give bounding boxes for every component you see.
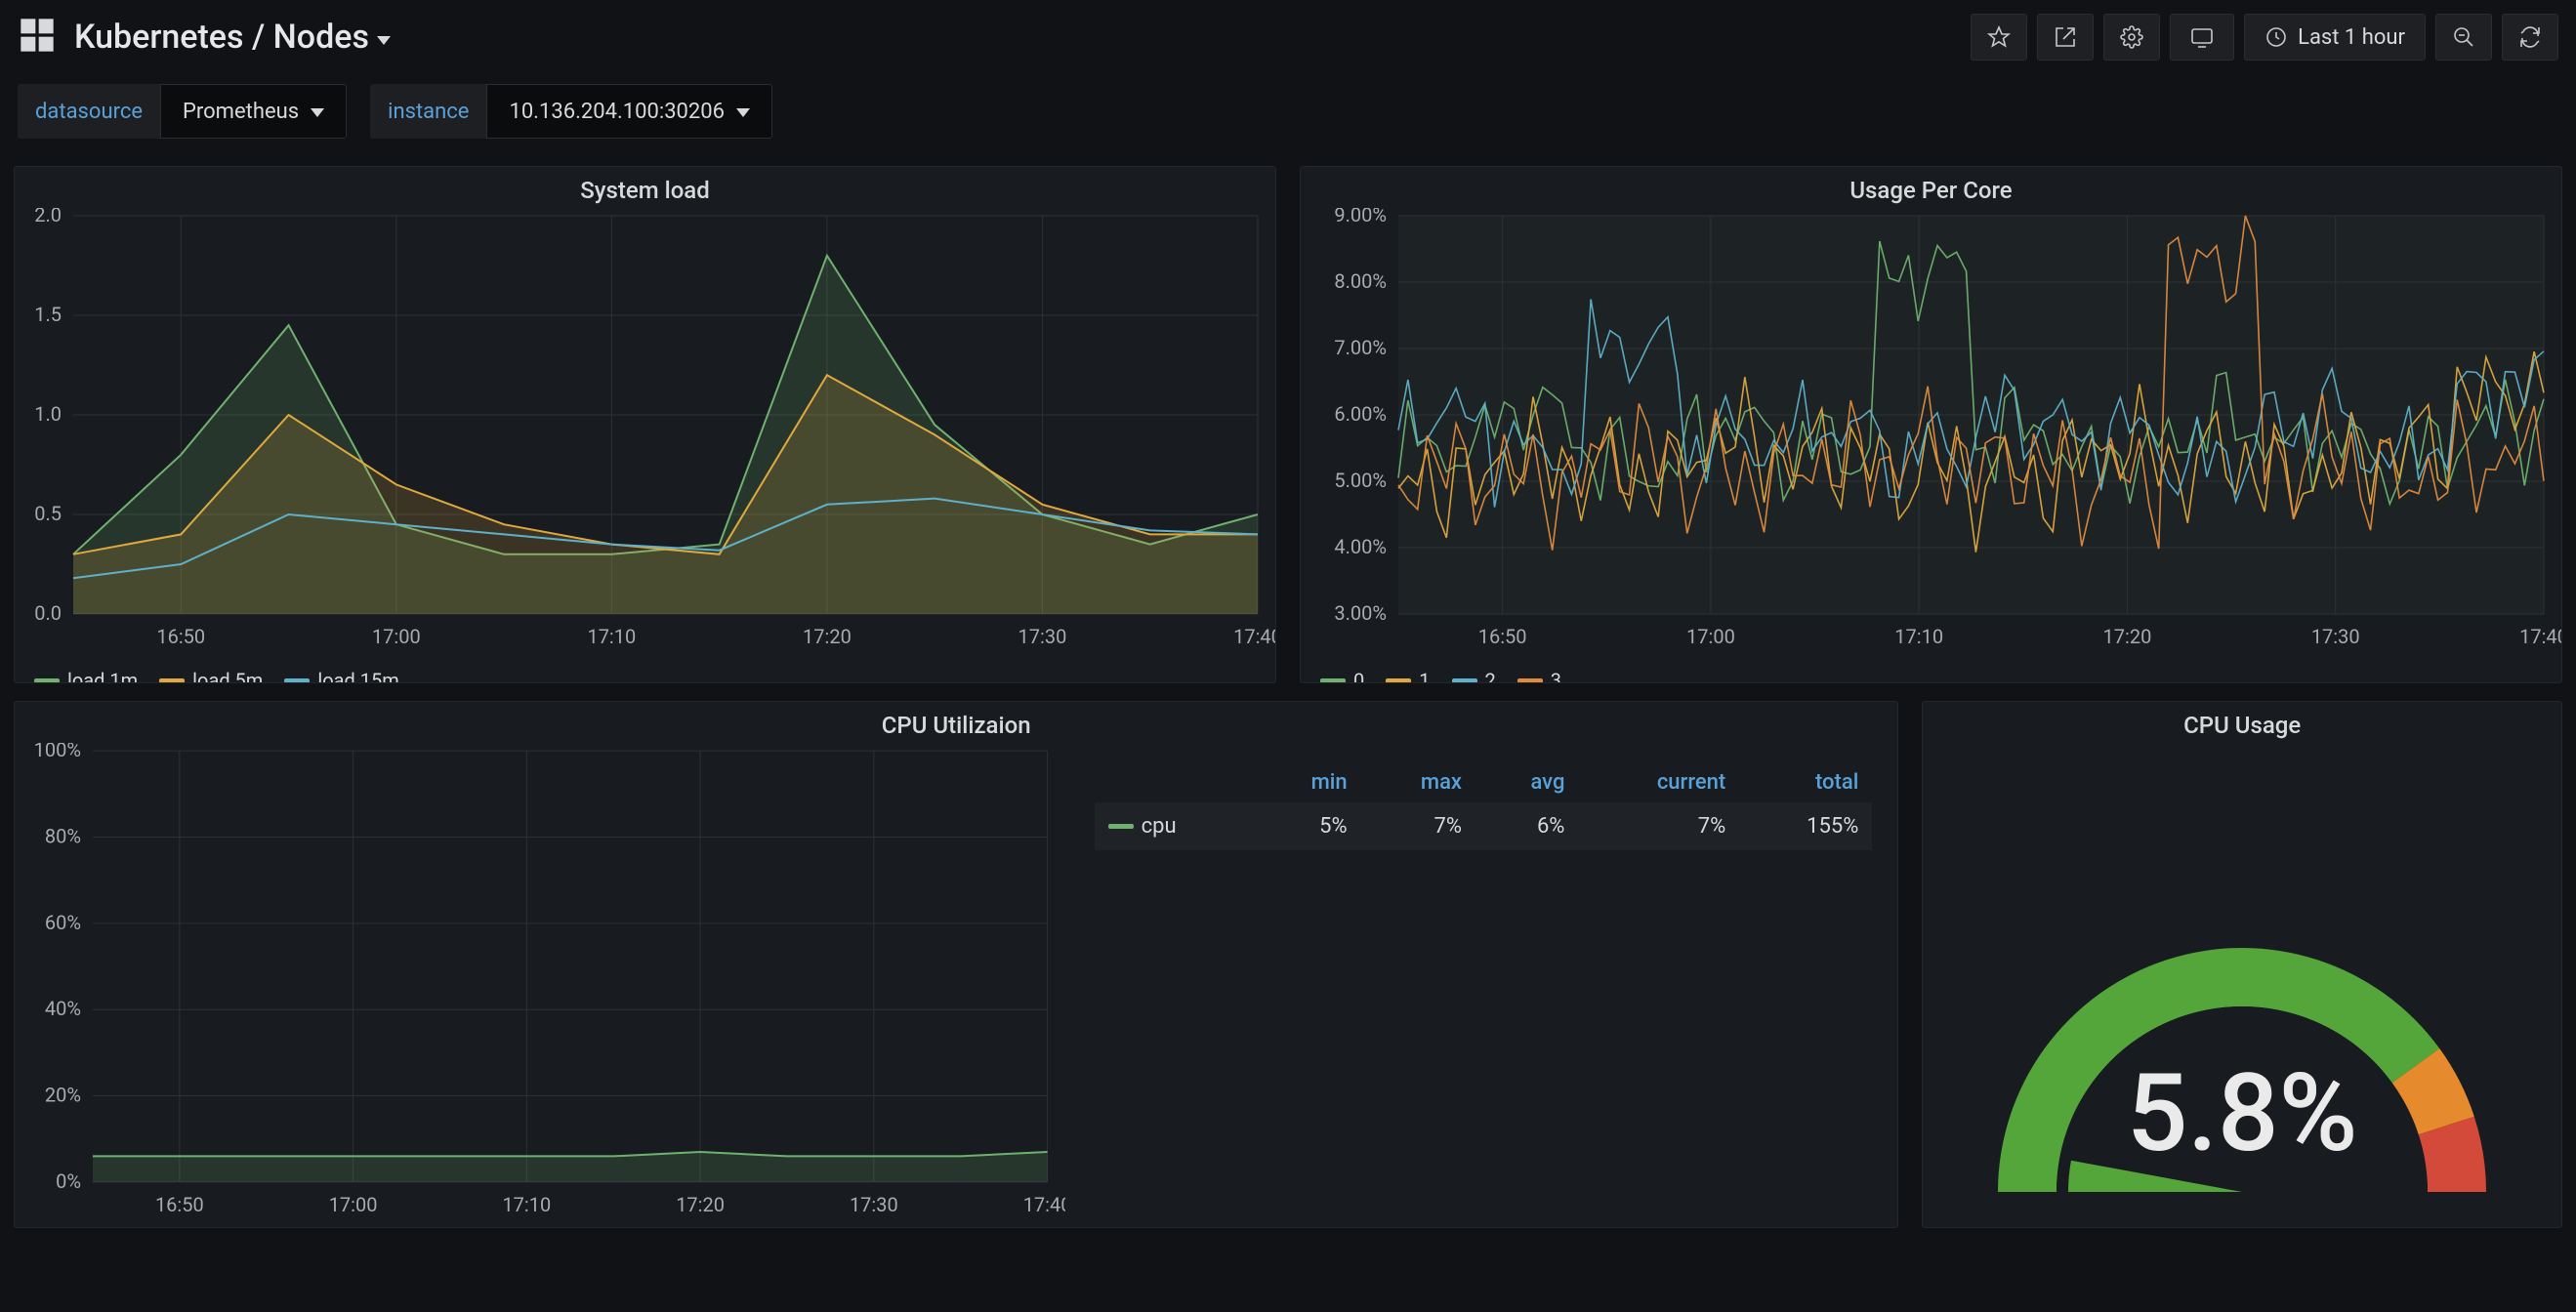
panel-usage-per-core[interactable]: Usage Per Core 3.00% 4.00% 5.00% 6.00% 7.00%… bbox=[1300, 166, 2562, 683]
svg-text:17:30: 17:30 bbox=[1018, 625, 1067, 648]
panel-cpu-utilization[interactable]: CPU Utilizaion 0% 20% 40% 60% 80% 100% 16:50 17… bbox=[14, 701, 1898, 1228]
legend-item[interactable]: load 1m bbox=[34, 669, 138, 683]
star-button[interactable] bbox=[1971, 14, 2027, 61]
dashboard-grid-icon[interactable] bbox=[18, 16, 57, 59]
svg-text:17:20: 17:20 bbox=[676, 1193, 725, 1216]
time-range-label: Last 1 hour bbox=[2298, 25, 2405, 50]
legend-item[interactable]: load 5m bbox=[159, 669, 263, 683]
svg-text:9.00%: 9.00% bbox=[1334, 208, 1387, 226]
legend-item[interactable]: 0 bbox=[1320, 669, 1364, 683]
svg-text:17:00: 17:00 bbox=[372, 625, 421, 648]
chevron-down-icon bbox=[311, 108, 324, 117]
svg-text:17:00: 17:00 bbox=[329, 1193, 378, 1216]
legend-item[interactable]: load 15m bbox=[284, 669, 398, 683]
svg-text:0.0: 0.0 bbox=[34, 601, 62, 625]
svg-text:20%: 20% bbox=[45, 1084, 81, 1107]
svg-text:17:40: 17:40 bbox=[1023, 1193, 1065, 1216]
svg-text:17:20: 17:20 bbox=[2103, 625, 2152, 648]
svg-text:17:30: 17:30 bbox=[2311, 625, 2360, 648]
svg-text:60%: 60% bbox=[45, 911, 81, 934]
svg-text:17:30: 17:30 bbox=[850, 1193, 898, 1216]
svg-text:17:10: 17:10 bbox=[1894, 625, 1943, 648]
var-instance-select[interactable]: 10.136.204.100:30206 bbox=[486, 84, 772, 139]
cpu-usage-value: 5.8% bbox=[1923, 1050, 2561, 1176]
svg-text:16:50: 16:50 bbox=[156, 625, 205, 648]
var-datasource-label: datasource bbox=[18, 84, 160, 139]
svg-text:100%: 100% bbox=[34, 743, 81, 761]
var-instance-label: instance bbox=[370, 84, 486, 139]
table-header-row: min max avg current total bbox=[1095, 762, 1873, 802]
svg-text:5.00%: 5.00% bbox=[1334, 469, 1387, 492]
dashboard-title-dropdown[interactable]: Kubernetes / Nodes bbox=[74, 18, 391, 57]
svg-text:80%: 80% bbox=[45, 824, 81, 847]
panel-title: CPU Usage bbox=[1923, 702, 2561, 743]
svg-text:17:40: 17:40 bbox=[1233, 625, 1275, 648]
svg-text:2.0: 2.0 bbox=[34, 208, 62, 226]
table-row[interactable]: cpu 5% 7% 6% 7% 155% bbox=[1095, 802, 1873, 850]
usage-per-core-legend: 0 1 2 3 bbox=[1301, 659, 2561, 683]
svg-text:0.5: 0.5 bbox=[34, 502, 62, 525]
tv-mode-button[interactable] bbox=[2170, 14, 2234, 61]
svg-text:16:50: 16:50 bbox=[1478, 625, 1527, 648]
svg-text:7.00%: 7.00% bbox=[1334, 336, 1387, 359]
panel-title: Usage Per Core bbox=[1301, 167, 2561, 208]
legend-item[interactable]: 3 bbox=[1517, 669, 1561, 683]
refresh-button[interactable] bbox=[2502, 14, 2558, 61]
template-variables: datasource Prometheus instance 10.136.20… bbox=[14, 66, 2562, 148]
panel-title: System load bbox=[15, 167, 1275, 208]
top-toolbar: Kubernetes / Nodes Last 1 hour bbox=[14, 8, 2562, 66]
chevron-down-icon bbox=[377, 36, 391, 45]
legend-item[interactable]: 1 bbox=[1386, 669, 1430, 683]
settings-button[interactable] bbox=[2103, 14, 2160, 61]
svg-text:1.5: 1.5 bbox=[34, 303, 62, 326]
time-range-picker[interactable]: Last 1 hour bbox=[2244, 14, 2426, 61]
dashboard-title: Kubernetes / Nodes bbox=[74, 18, 369, 57]
svg-text:3.00%: 3.00% bbox=[1334, 601, 1387, 625]
chevron-down-icon bbox=[736, 108, 750, 117]
panel-title: CPU Utilizaion bbox=[15, 702, 1897, 743]
svg-text:17:00: 17:00 bbox=[1686, 625, 1735, 648]
var-datasource-select[interactable]: Prometheus bbox=[160, 84, 347, 139]
system-load-legend: load 1m load 5m load 15m bbox=[15, 659, 1275, 683]
legend-item[interactable]: 2 bbox=[1452, 669, 1496, 683]
share-button[interactable] bbox=[2037, 14, 2094, 61]
svg-text:4.00%: 4.00% bbox=[1334, 535, 1387, 558]
svg-text:40%: 40% bbox=[45, 997, 81, 1020]
panel-cpu-usage-gauge[interactable]: CPU Usage 5.8% bbox=[1922, 701, 2562, 1228]
cpu-utilization-legend-table: min max avg current total cpu 5% 7% 6% 7… bbox=[1095, 743, 1898, 1227]
svg-text:1.0: 1.0 bbox=[34, 402, 62, 426]
svg-text:17:40: 17:40 bbox=[2519, 625, 2561, 648]
system-load-chart: 0.0 0.5 1.0 1.5 2.0 16:50 17:00 17:10 17:20 17:30… bbox=[15, 208, 1275, 659]
svg-text:6.00%: 6.00% bbox=[1334, 402, 1387, 426]
usage-per-core-chart: 3.00% 4.00% 5.00% 6.00% 7.00% 8.00% 9.00% 16:50… bbox=[1301, 208, 2561, 659]
svg-text:17:10: 17:10 bbox=[587, 625, 636, 648]
svg-text:17:10: 17:10 bbox=[502, 1193, 551, 1216]
panel-system-load[interactable]: System load 0.0 0.5 1.0 1.5 2.0 16:50 17:00 17:… bbox=[14, 166, 1276, 683]
zoom-out-button[interactable] bbox=[2435, 14, 2492, 61]
svg-text:8.00%: 8.00% bbox=[1334, 269, 1387, 293]
svg-text:16:50: 16:50 bbox=[155, 1193, 204, 1216]
svg-text:17:20: 17:20 bbox=[803, 625, 852, 648]
cpu-utilization-chart: 0% 20% 40% 60% 80% 100% 16:50 17:00 17:10 17:20 17… bbox=[15, 743, 1065, 1227]
svg-text:0%: 0% bbox=[56, 1169, 81, 1193]
